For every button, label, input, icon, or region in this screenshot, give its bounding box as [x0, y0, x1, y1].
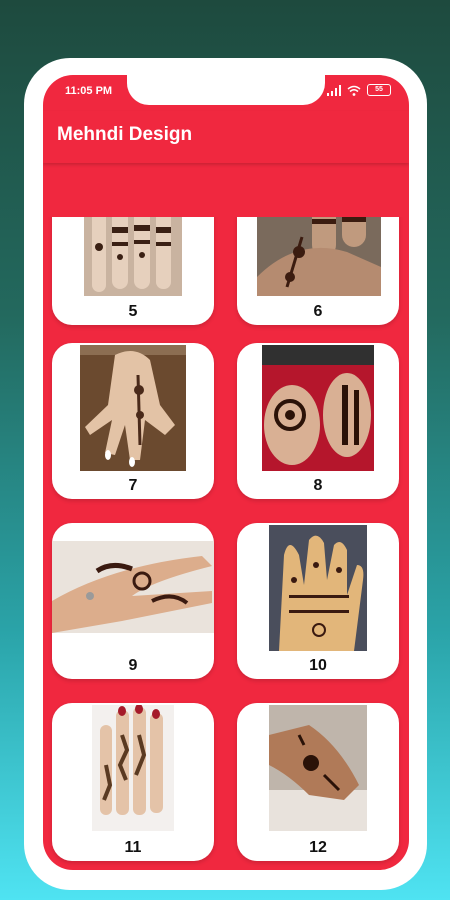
battery-icon: 55: [367, 84, 391, 96]
design-number: 8: [313, 477, 323, 494]
status-time: 11:05 PM: [65, 85, 113, 97]
design-card[interactable]: 8: [237, 343, 399, 499]
design-image: [52, 541, 214, 633]
signal-icon: [327, 84, 341, 96]
design-number: 5: [128, 303, 138, 320]
design-grid[interactable]: 5 6 7 8 9 10 11 12: [43, 217, 409, 870]
design-number: 9: [128, 657, 138, 674]
app-bar: Mehndi Design: [43, 111, 409, 163]
design-card[interactable]: 11: [52, 703, 214, 861]
design-number: 10: [309, 657, 327, 674]
design-image: [84, 217, 182, 296]
design-card[interactable]: 12: [237, 703, 399, 861]
design-image: [92, 705, 174, 831]
design-card[interactable]: 5: [52, 217, 214, 325]
design-image: [257, 217, 381, 296]
design-number: 6: [313, 303, 323, 320]
design-image: [269, 525, 367, 651]
app-title: Mehndi Design: [57, 124, 193, 145]
phone-notch: [127, 75, 325, 105]
design-number: 7: [128, 477, 138, 494]
design-card[interactable]: 10: [237, 523, 399, 679]
design-image: [262, 345, 374, 471]
design-number: 12: [309, 839, 327, 856]
design-image: [269, 705, 367, 831]
design-card[interactable]: 7: [52, 343, 214, 499]
wifi-icon: [347, 85, 361, 96]
app-screen: 11:05 PM 55 Mehndi Design 5 6 7 8 9 10 1…: [43, 75, 409, 870]
design-image: [80, 345, 186, 471]
design-card[interactable]: 9: [52, 523, 214, 679]
design-card[interactable]: 6: [237, 217, 399, 325]
status-icons: 55: [327, 84, 391, 96]
design-number: 11: [124, 839, 142, 856]
